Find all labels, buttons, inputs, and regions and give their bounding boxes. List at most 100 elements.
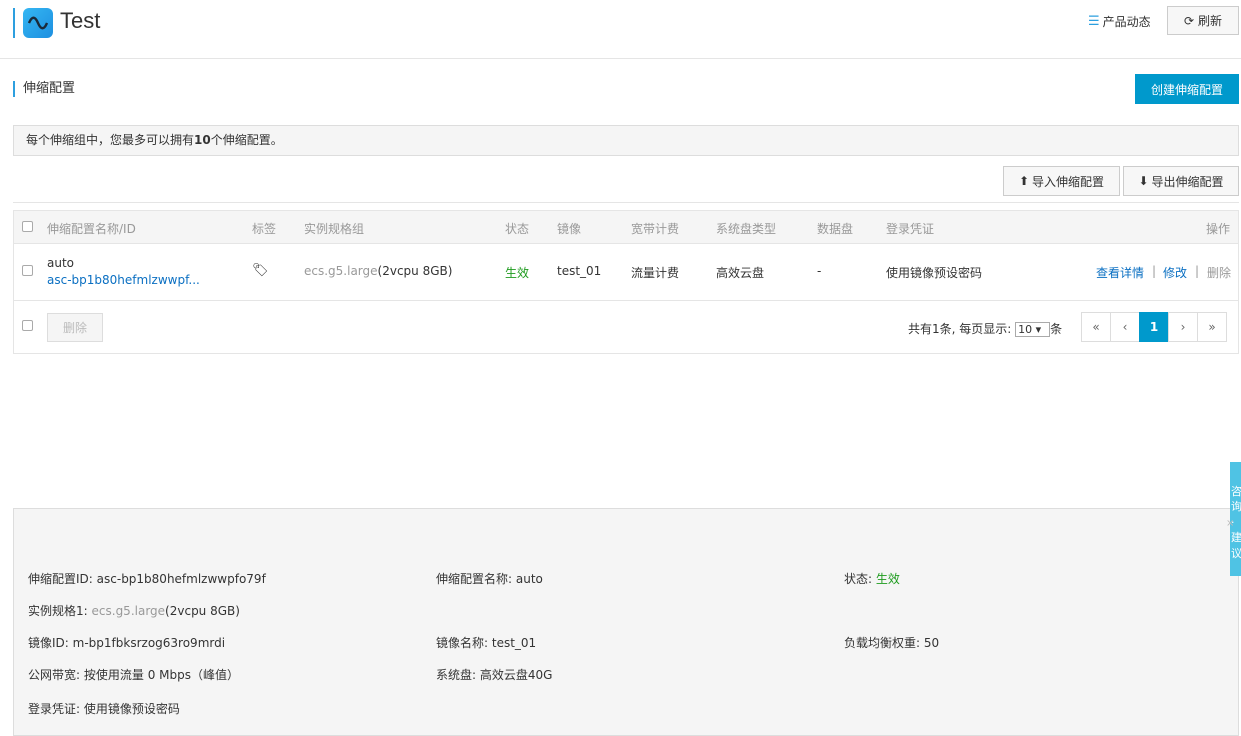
detail-config-id: 伸缩配置ID: asc-bp1b80hefmlzwwpfo79f: [28, 570, 266, 587]
toolbar-divider: [13, 202, 1239, 203]
select-all-checkbox[interactable]: [22, 221, 33, 232]
import-label: 导入伸缩配置: [1032, 174, 1105, 189]
detail-system-disk-value: 高效云盘40G: [479, 668, 553, 682]
detail-spec-type: ecs.g5.large: [91, 604, 166, 618]
last-page-button[interactable]: »: [1197, 312, 1227, 342]
detail-status: 状态: 生效: [844, 570, 900, 587]
detail-weight: 负载均衡权重: 50: [844, 634, 939, 651]
detail-spec-detail: (2vcpu 8GB): [165, 604, 240, 618]
detail-credential-value: 使用镜像预设密码: [83, 702, 180, 716]
billing-cell: 流量计费: [631, 266, 680, 280]
product-news-label: 产品动态: [1102, 15, 1151, 29]
pagination-total: 共有1条, 每页显示:: [908, 322, 1012, 336]
detail-bandwidth-label: 公网带宽:: [28, 668, 81, 682]
column-header-credential: 登录凭证: [886, 222, 935, 236]
refresh-button[interactable]: ⟳ 刷新: [1167, 6, 1239, 35]
column-header-name: 伸缩配置名称/ID: [47, 222, 136, 236]
upload-icon: ⬆: [1018, 174, 1030, 188]
spec-type: ecs.g5.large: [304, 264, 378, 278]
app-logo-icon: [23, 8, 53, 38]
product-news-link[interactable]: ☰ 产品动态: [1088, 13, 1151, 30]
image-cell: test_01: [557, 264, 602, 278]
disk-type-cell: 高效云盘: [716, 266, 765, 280]
export-config-button[interactable]: ⬇ 导出伸缩配置: [1123, 166, 1239, 196]
table-row: auto asc-bp1b80hefmlzwwpf... 🏷 ecs.g5.la…: [14, 244, 1238, 301]
column-header-image: 镜像: [557, 222, 582, 236]
first-page-button[interactable]: «: [1081, 312, 1111, 342]
page-size-select[interactable]: 10 ▾: [1015, 322, 1051, 337]
detail-image-id-value: m-bp1fbksrzog63ro9mrdi: [72, 636, 226, 650]
detail-spec-label: 实例规格1:: [28, 604, 88, 618]
export-label: 导出伸缩配置: [1151, 174, 1224, 189]
config-id-link[interactable]: asc-bp1b80hefmlzwwpf...: [47, 273, 200, 287]
table-footer: 删除 共有1条, 每页显示: 10 ▾ 条 « ‹ 1 › »: [14, 302, 1238, 354]
detail-image-name-value: test_01: [491, 636, 537, 650]
detail-weight-label: 负载均衡权重:: [844, 636, 921, 650]
title-accent-bar: [13, 8, 15, 38]
create-scaling-config-button[interactable]: 创建伸缩配置: [1135, 74, 1239, 104]
column-header-data-disk: 数据盘: [817, 222, 854, 236]
feedback-side-tab-label: 咨询·建议: [1231, 485, 1241, 560]
notice-prefix: 每个伸缩组中，您最多可以拥有: [26, 133, 195, 147]
detail-credential: 登录凭证: 使用镜像预设密码: [28, 700, 180, 717]
detail-image-name: 镜像名称: test_01: [436, 634, 536, 651]
section-title: 伸缩配置: [13, 81, 75, 97]
list-icon: ☰: [1088, 14, 1100, 29]
row-checkbox[interactable]: [22, 265, 33, 276]
table-header: 伸缩配置名称/ID 标签 实例规格组 状态 镜像 宽带计费 系统盘类型 数据盘 …: [14, 211, 1238, 244]
top-bar: Test ☰ 产品动态 ⟳ 刷新: [0, 0, 1241, 59]
tag-icon[interactable]: 🏷: [252, 263, 269, 278]
close-icon[interactable]: ×: [1226, 518, 1234, 529]
column-header-actions: 操作: [1206, 222, 1231, 236]
app-title: Test: [60, 8, 101, 33]
view-details-link[interactable]: 查看详情: [1096, 264, 1144, 281]
detail-status-label: 状态:: [844, 572, 873, 586]
refresh-label: 刷新: [1198, 14, 1223, 28]
detail-spec: 实例规格1: ecs.g5.large(2vcpu 8GB): [28, 602, 240, 619]
spec-detail: (2vcpu 8GB): [377, 264, 453, 278]
detail-status-value: 生效: [875, 572, 900, 586]
next-page-button[interactable]: ›: [1168, 312, 1198, 342]
detail-image-id-label: 镜像ID:: [28, 636, 69, 650]
spec-cell: ecs.g5.large(2vcpu 8GB): [304, 264, 452, 278]
page-number-button[interactable]: 1: [1139, 312, 1169, 342]
footer-select-all-checkbox[interactable]: [22, 320, 33, 331]
scaling-config-table: 伸缩配置名称/ID 标签 实例规格组 状态 镜像 宽带计费 系统盘类型 数据盘 …: [13, 210, 1239, 354]
detail-weight-value: 50: [923, 636, 940, 650]
column-header-tags: 标签: [252, 222, 277, 236]
prev-page-button[interactable]: ‹: [1110, 312, 1140, 342]
import-config-button[interactable]: ⬆ 导入伸缩配置: [1003, 166, 1120, 196]
batch-delete-button[interactable]: 删除: [47, 313, 103, 342]
pagination-summary: 共有1条, 每页显示: 10 ▾ 条: [908, 320, 1062, 337]
action-separator: |: [1195, 264, 1200, 278]
action-separator: |: [1152, 264, 1157, 278]
pagination: « ‹ 1 › »: [1081, 312, 1227, 342]
detail-config-name-value: auto: [515, 572, 543, 586]
delete-link[interactable]: 删除: [1207, 264, 1231, 281]
detail-image-name-label: 镜像名称:: [436, 636, 489, 650]
detail-system-disk-label: 系统盘:: [436, 668, 477, 682]
detail-config-id-value: asc-bp1b80hefmlzwwpfo79f: [96, 572, 266, 586]
detail-bandwidth-value: 按使用流量 0 Mbps（峰值）: [83, 668, 239, 682]
pagination-unit: 条: [1050, 322, 1063, 336]
status-badge: 生效: [505, 266, 530, 280]
config-detail-panel: 伸缩配置ID: asc-bp1b80hefmlzwwpfo79f 伸缩配置名称:…: [13, 508, 1239, 736]
detail-system-disk: 系统盘: 高效云盘40G: [436, 666, 552, 683]
detail-config-name-label: 伸缩配置名称:: [436, 572, 513, 586]
detail-bandwidth: 公网带宽: 按使用流量 0 Mbps（峰值）: [28, 666, 239, 683]
column-header-disk-type: 系统盘类型: [716, 222, 777, 236]
notice-count: 10: [194, 133, 211, 147]
column-header-status: 状态: [505, 222, 530, 236]
notice-suffix: 个伸缩配置。: [210, 133, 283, 147]
download-icon: ⬇: [1138, 174, 1149, 188]
config-name: auto: [47, 256, 75, 270]
limit-notice: 每个伸缩组中，您最多可以拥有10个伸缩配置。: [13, 125, 1239, 156]
detail-credential-label: 登录凭证:: [28, 702, 81, 716]
detail-config-name: 伸缩配置名称: auto: [436, 570, 543, 587]
refresh-icon: ⟳: [1183, 13, 1195, 28]
credential-cell: 使用镜像预设密码: [886, 266, 983, 280]
detail-image-id: 镜像ID: m-bp1fbksrzog63ro9mrdi: [28, 634, 225, 651]
data-disk-cell: -: [817, 264, 822, 278]
column-header-spec: 实例规格组: [304, 222, 365, 236]
edit-link[interactable]: 修改: [1163, 264, 1187, 281]
